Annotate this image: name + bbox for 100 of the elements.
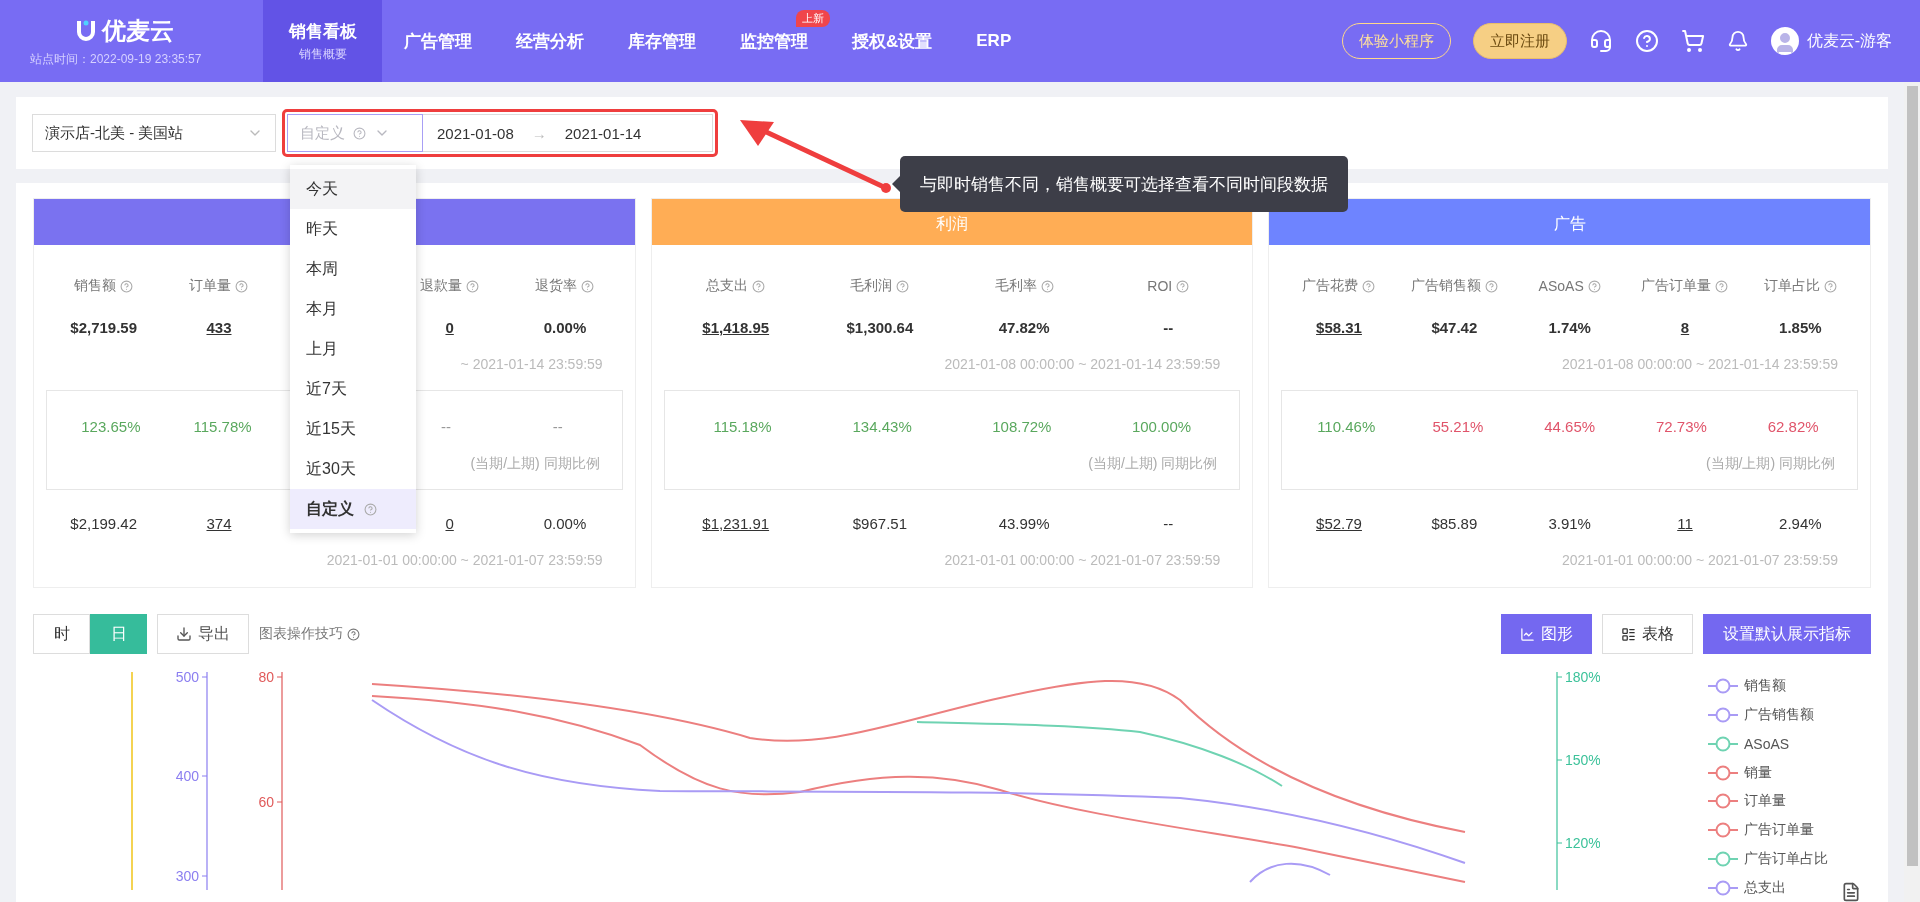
default-metrics-button[interactable]: 设置默认展示指标 xyxy=(1703,614,1871,654)
line-chart-icon xyxy=(1520,626,1535,642)
help-icon[interactable] xyxy=(466,279,480,293)
help-icon[interactable] xyxy=(1715,279,1729,293)
comparison-value: 110.46% xyxy=(1317,417,1376,437)
legend-item[interactable]: 广告订单量 xyxy=(1708,815,1828,845)
range-option[interactable]: 近15天 xyxy=(290,409,416,449)
view-toggle[interactable]: 图形 xyxy=(1501,614,1592,654)
metric-label: 毛利率 xyxy=(952,267,1097,305)
register-button[interactable]: 立即注册 xyxy=(1472,23,1567,59)
date-range-field[interactable]: 2021-01-08 → 2021-01-14 xyxy=(423,114,713,152)
nav-tab[interactable]: 上新 监控管理 xyxy=(718,0,830,82)
metric-value[interactable]: 8 xyxy=(1680,305,1690,351)
nav-tab[interactable]: 经营分析 xyxy=(494,0,606,82)
chart-tips-link[interactable]: 图表操作技巧 xyxy=(259,625,360,643)
axis-tick-label: 300 xyxy=(175,868,199,884)
previous-value[interactable]: 11 xyxy=(1677,506,1693,542)
nav-tab[interactable]: ERP xyxy=(954,0,1034,82)
previous-value: -- xyxy=(1163,514,1174,534)
download-icon xyxy=(176,626,192,642)
nav-tab-label: 库存管理 xyxy=(628,30,696,53)
metric-label: 总支出 xyxy=(663,267,808,305)
legend-item[interactable]: 广告销售额 xyxy=(1708,700,1828,730)
nav-tab[interactable]: 授权&设置 xyxy=(830,0,955,82)
nav-tab[interactable]: 广告管理 xyxy=(382,0,494,82)
comparison-value: 108.72% xyxy=(992,417,1052,437)
annotation-tooltip: 与即时销售不同，销售概要可选择查看不同时间段数据 xyxy=(892,156,1348,212)
nav-tab[interactable]: 库存管理 xyxy=(606,0,718,82)
cart-icon[interactable] xyxy=(1680,29,1705,53)
legend-item[interactable]: 销量 xyxy=(1708,758,1828,787)
help-icon[interactable] xyxy=(896,279,910,293)
document-icon[interactable] xyxy=(1841,882,1861,902)
help-icon[interactable] xyxy=(1484,279,1498,293)
range-option-label: 上月 xyxy=(306,338,338,359)
legend-item[interactable]: 总支出 xyxy=(1708,873,1828,902)
store-select[interactable]: 演示店-北美 - 美国站 xyxy=(32,114,276,152)
range-option[interactable]: 昨天 xyxy=(290,209,416,249)
legend-item[interactable]: 广告订单占比 xyxy=(1708,844,1828,874)
metric-value[interactable]: $1,418.95 xyxy=(702,305,770,351)
previous-value[interactable]: $1,231.91 xyxy=(702,506,770,542)
previous-value[interactable]: 0 xyxy=(445,506,454,542)
metric-label: 退货率 xyxy=(507,267,623,305)
previous-value: $967.51 xyxy=(852,514,907,534)
help-icon[interactable] xyxy=(1362,279,1376,293)
help-icon[interactable] xyxy=(1823,279,1837,293)
metric-label: 订单量 xyxy=(161,267,277,305)
legend-item[interactable]: 订单量 xyxy=(1708,787,1828,816)
range-option-label: 今天 xyxy=(306,178,338,199)
axis-tick-label: 500 xyxy=(175,669,199,685)
user-name[interactable]: 优麦云-游客 xyxy=(1806,30,1892,52)
axis-tick-label: 400 xyxy=(175,768,199,784)
help-icon xyxy=(347,627,360,641)
date-range-text: 2021-01-08 00:00:00 ~ 2021-01-14 23:59:59 xyxy=(944,355,1221,374)
help-icon[interactable] xyxy=(581,279,595,293)
previous-value: 3.91% xyxy=(1548,514,1591,534)
granularity-toggle[interactable]: 时 xyxy=(33,614,90,654)
range-option[interactable]: 自定义 xyxy=(290,489,416,529)
headset-icon[interactable] xyxy=(1588,29,1613,53)
metric-value[interactable]: 433 xyxy=(206,305,232,351)
bell-icon[interactable] xyxy=(1726,30,1749,52)
legend-item[interactable]: 销售额 xyxy=(1708,672,1828,701)
range-option-label: 昨天 xyxy=(306,218,338,239)
metric-value: $1,300.64 xyxy=(846,318,914,338)
range-option[interactable]: 今天 xyxy=(290,169,416,209)
comparison-value: -- xyxy=(552,417,563,437)
range-option[interactable]: 近30天 xyxy=(290,449,416,489)
range-type-text: 自定义 xyxy=(300,123,345,143)
nav-tab[interactable]: 销售看板 销售概要 xyxy=(263,0,382,82)
axis-tick-label: 180% xyxy=(1565,669,1600,685)
export-button[interactable]: 导出 xyxy=(157,614,249,654)
nav-tab-subtitle: 销售概要 xyxy=(298,45,347,63)
nav-tab-label: 销售看板 xyxy=(288,20,357,43)
range-option[interactable]: 近7天 xyxy=(290,369,416,409)
legend-item[interactable]: ASoAS xyxy=(1708,729,1828,759)
scrollbar[interactable] xyxy=(1904,82,1920,902)
range-option[interactable]: 本周 xyxy=(290,249,416,289)
help-icon[interactable] xyxy=(752,279,766,293)
end-date: 2021-01-14 xyxy=(564,124,642,142)
help-icon[interactable] xyxy=(235,279,249,293)
metric-value: 47.82% xyxy=(998,318,1050,338)
metric-label: 毛利润 xyxy=(807,267,952,305)
nav-tab-label: ERP xyxy=(976,31,1012,51)
range-option[interactable]: 本月 xyxy=(290,289,416,329)
range-option[interactable]: 上月 xyxy=(290,329,416,369)
metric-value[interactable]: $58.31 xyxy=(1316,305,1362,351)
help-icon[interactable] xyxy=(1176,279,1190,293)
previous-value[interactable]: $52.79 xyxy=(1316,506,1362,542)
metric-value[interactable]: 0 xyxy=(445,305,454,351)
range-arrow: → xyxy=(531,124,547,142)
previous-value[interactable]: 374 xyxy=(206,506,232,542)
help-icon xyxy=(353,126,366,140)
help-icon[interactable] xyxy=(120,279,134,293)
help-icon[interactable] xyxy=(1040,279,1054,293)
view-toggle[interactable]: 表格 xyxy=(1602,614,1693,654)
date-range-text: 2021-01-08 00:00:00 ~ 2021-01-14 23:59:59 xyxy=(1562,355,1838,374)
list-icon xyxy=(1621,626,1636,642)
new-badge: 上新 xyxy=(796,10,830,27)
previous-value: $2,199.42 xyxy=(70,514,138,534)
avatar-icon[interactable] xyxy=(1770,27,1799,55)
help-icon[interactable] xyxy=(1587,279,1601,293)
